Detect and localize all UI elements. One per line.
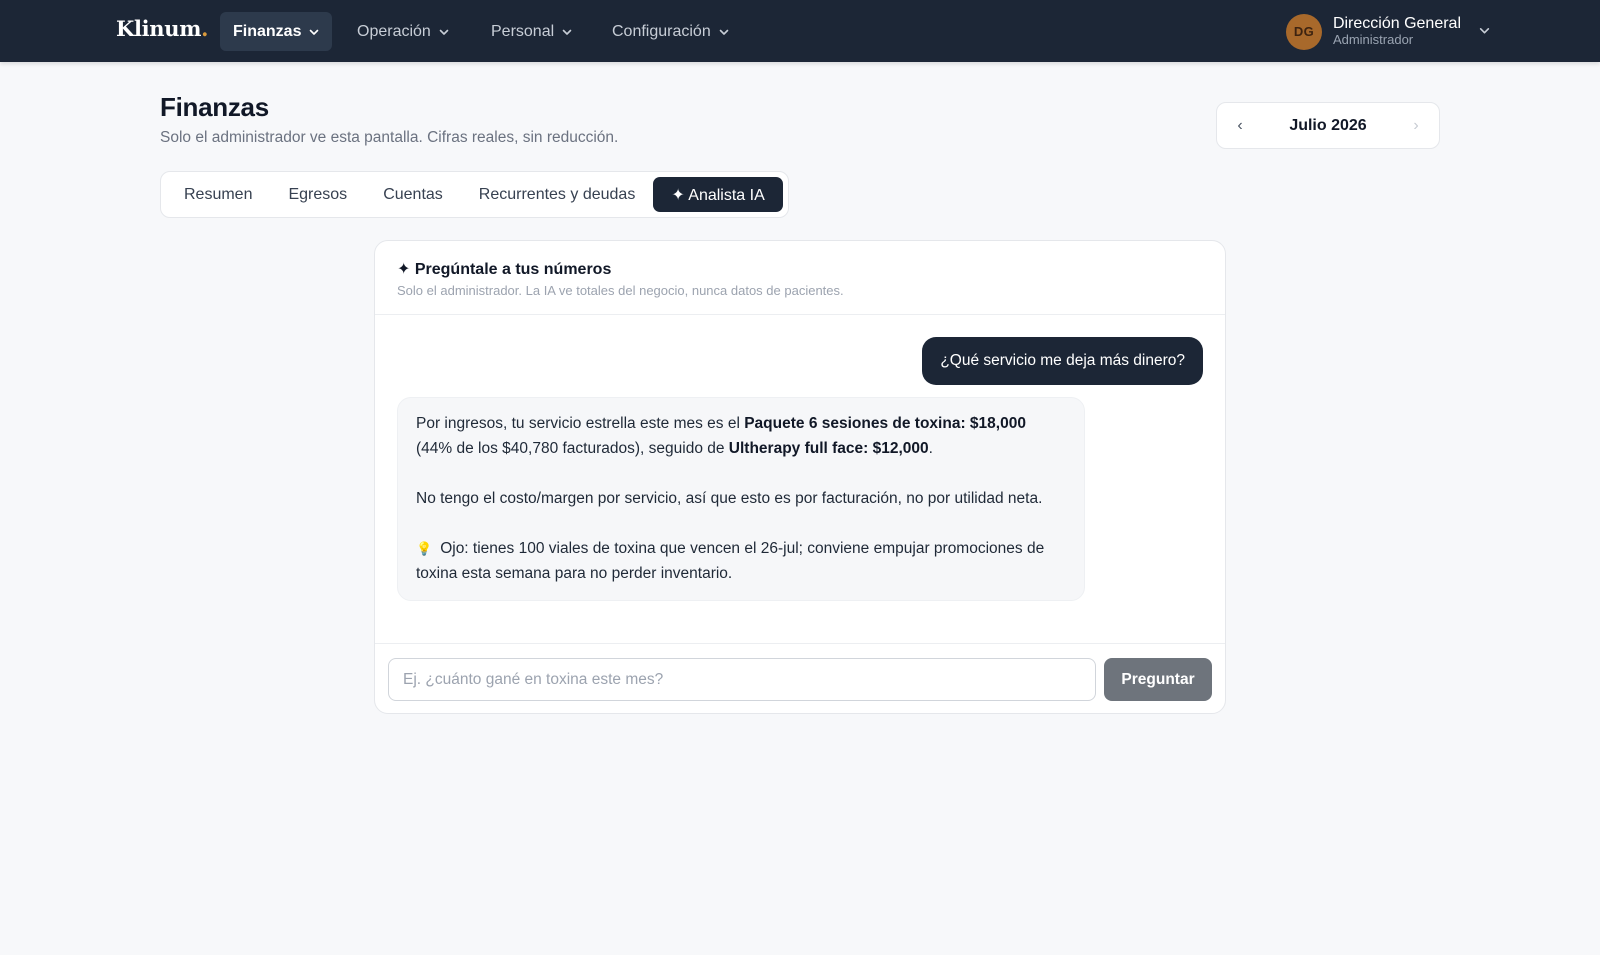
chevron-down-icon <box>439 27 449 37</box>
answer-highlight: Ultherapy full face: $12,000 <box>728 440 929 457</box>
top-navbar: Klinum. Finanzas Operación Personal Conf… <box>0 0 1600 62</box>
nav-personal[interactable]: Personal <box>478 12 585 51</box>
nav-configuracion[interactable]: Configuración <box>599 12 742 51</box>
card-header: ✦ Pregúntale a tus números Solo el admin… <box>375 241 1225 315</box>
card-subtitle: Solo el administrador. La IA ve totales … <box>397 283 844 298</box>
tab-egresos[interactable]: Egresos <box>270 177 365 212</box>
prev-month-button[interactable]: ‹ <box>1233 117 1247 135</box>
nav-personal-label: Personal <box>491 22 555 40</box>
chevron-down-icon <box>719 27 729 37</box>
nav-finanzas[interactable]: Finanzas <box>220 12 333 51</box>
answer-text: (44% de los $40,780 facturados), seguido… <box>416 440 729 457</box>
question-input[interactable] <box>388 658 1096 701</box>
tab-recurrentes-deudas[interactable]: Recurrentes y deudas <box>461 177 654 212</box>
chat-messages: ¿Qué servicio me deja más dinero? Por in… <box>375 315 1225 645</box>
chevron-down-icon <box>1479 23 1490 41</box>
answer-text: Ojo: tienes 100 viales de toxina que ven… <box>416 540 1045 582</box>
ask-button[interactable]: Preguntar <box>1104 658 1212 701</box>
ai-answer: Por ingresos, tu servicio estrella este … <box>397 397 1085 601</box>
user-menu[interactable]: DG Dirección General Administrador <box>1285 13 1490 50</box>
lightbulb-icon: 💡 <box>416 541 433 556</box>
month-label: Julio 2026 <box>1289 116 1367 134</box>
nav-finanzas-label: Finanzas <box>233 22 302 40</box>
answer-paragraph-2: No tengo el costo/margen por servicio, a… <box>416 490 1043 507</box>
chevron-down-icon <box>562 27 572 37</box>
brand-name: Klinum <box>116 16 202 41</box>
brand-logo[interactable]: Klinum. <box>116 16 208 41</box>
finance-tabs: Resumen Egresos Cuentas Recurrentes y de… <box>160 171 789 218</box>
nav-configuracion-label: Configuración <box>612 22 711 40</box>
tab-resumen[interactable]: Resumen <box>166 177 270 212</box>
answer-highlight: Paquete 6 sesiones de toxina: $18,000 <box>744 415 1026 432</box>
card-title: ✦ Pregúntale a tus números <box>397 261 612 278</box>
tab-analista-ia[interactable]: ✦ Analista IA <box>653 177 783 212</box>
nav-operacion-label: Operación <box>357 22 431 40</box>
chevron-down-icon <box>309 27 319 37</box>
answer-paragraph-3: 💡 Ojo: tienes 100 viales de toxina que ve… <box>416 536 1066 586</box>
user-info: Dirección General Administrador <box>1333 15 1461 48</box>
answer-text: Por ingresos, tu servicio estrella este … <box>416 415 745 432</box>
month-picker: ‹ Julio 2026 › <box>1216 102 1440 149</box>
brand-dot: . <box>201 16 209 41</box>
answer-paragraph-1: Por ingresos, tu servicio estrella este … <box>416 411 1066 461</box>
user-role: Administrador <box>1332 32 1414 48</box>
page-title: Finanzas <box>160 92 269 122</box>
page-subtitle: Solo el administrador ve esta pantalla. … <box>160 129 619 146</box>
avatar: DG <box>1285 13 1322 50</box>
ai-analyst-card: ✦ Pregúntale a tus números Solo el admin… <box>374 240 1226 714</box>
user-name: Dirección General <box>1332 14 1461 32</box>
user-message: ¿Qué servicio me deja más dinero? <box>922 337 1203 385</box>
tab-cuentas[interactable]: Cuentas <box>365 177 461 212</box>
answer-text: . <box>928 440 933 457</box>
chat-composer: Preguntar <box>375 643 1225 713</box>
next-month-button[interactable]: › <box>1409 117 1423 135</box>
nav-operacion[interactable]: Operación <box>344 12 462 51</box>
